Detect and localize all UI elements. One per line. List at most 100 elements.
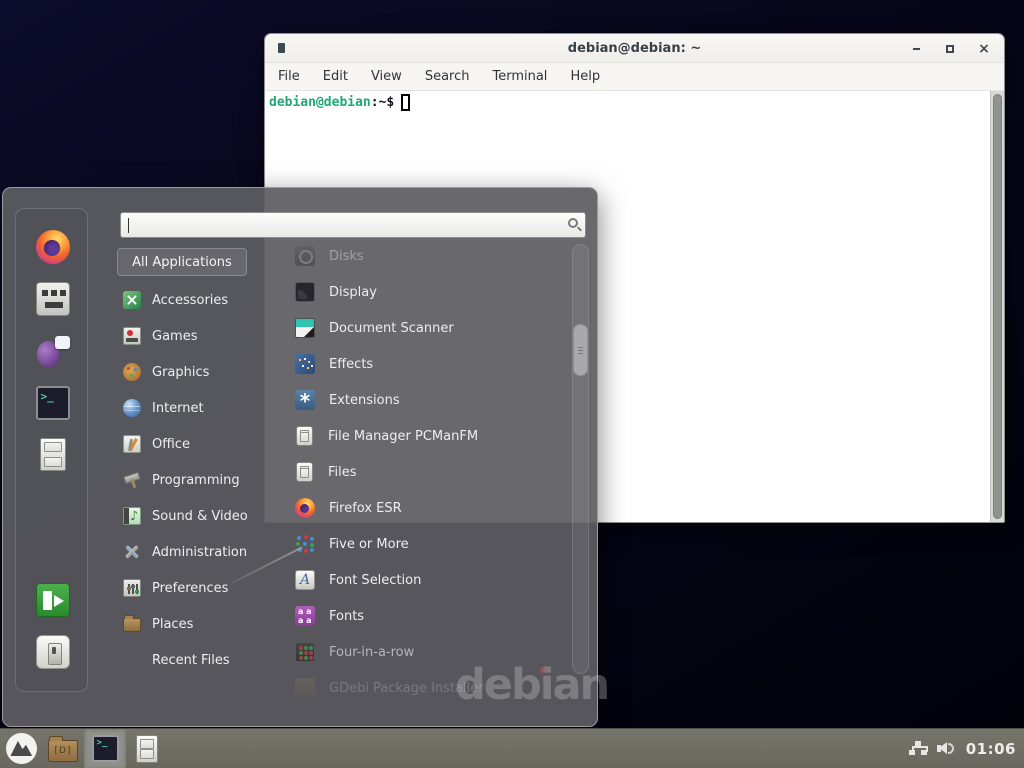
graphics-icon	[123, 363, 141, 381]
category-item[interactable]: Preferences	[117, 570, 279, 606]
prompt-user: debian@debian	[269, 95, 371, 110]
taskbar-buttons	[0, 729, 168, 768]
category-label: Recent Files	[152, 653, 230, 668]
category-label: Preferences	[152, 581, 228, 596]
category-label: Administration	[152, 545, 247, 560]
category-item[interactable]: Internet	[117, 390, 279, 426]
category-all-applications[interactable]: All Applications	[117, 248, 247, 276]
app-label: Files	[328, 465, 357, 480]
terminal-icon[interactable]	[36, 386, 70, 420]
keyboard-icon[interactable]	[36, 282, 70, 316]
terminal-titlebar[interactable]: debian@debian: ~ ×	[265, 34, 1004, 63]
category-item[interactable]: Accessories	[117, 282, 279, 318]
fontsel-icon	[295, 570, 315, 590]
category-label: Sound & Video	[152, 509, 248, 524]
terminal-menu-search[interactable]: Search	[425, 69, 470, 84]
category-item[interactable]: Administration	[117, 534, 279, 570]
category-item[interactable]: Graphics	[117, 354, 279, 390]
maximize-button[interactable]	[944, 43, 956, 55]
terminal-menu-edit[interactable]: Edit	[323, 69, 348, 84]
extensions-icon	[295, 390, 315, 410]
cabinet-icon	[296, 426, 313, 446]
shutdown-icon[interactable]	[36, 635, 70, 669]
menu-scrollbar-handle[interactable]	[573, 324, 588, 376]
terminal-menu-view[interactable]: View	[371, 69, 402, 84]
volume-icon[interactable]	[937, 741, 955, 756]
network-icon[interactable]	[909, 741, 926, 756]
taskbar-files-button[interactable]	[126, 729, 168, 768]
app-item[interactable]: Effects	[295, 346, 563, 382]
effects-icon	[295, 354, 315, 374]
files-icon	[136, 735, 158, 763]
category-label: Internet	[152, 401, 204, 416]
lock-screen-icon[interactable]	[36, 531, 70, 565]
taskbar-menu-button[interactable]	[0, 729, 42, 768]
system-tray: 01:06	[909, 740, 1024, 758]
files-icon[interactable]	[40, 438, 66, 471]
app-item[interactable]: Document Scanner	[295, 310, 563, 346]
app-label: Effects	[329, 357, 373, 372]
app-label: Five or More	[329, 537, 409, 552]
terminal-menubar: File Edit View Search Terminal Help	[265, 63, 1004, 91]
applications-menu: All Applications AccessoriesGamesGraphics…	[2, 187, 598, 727]
gdebi-icon	[295, 678, 315, 698]
debian-watermark-dot	[540, 667, 546, 673]
app-item[interactable]: Extensions	[295, 382, 563, 418]
app-item[interactable]: Five or More	[295, 526, 563, 562]
terminal-title: debian@debian: ~	[265, 41, 1004, 56]
accessories-icon	[123, 291, 141, 309]
category-item[interactable]: Games	[117, 318, 279, 354]
app-label: Document Scanner	[329, 321, 454, 336]
category-label: Places	[152, 617, 193, 632]
terminal-menu-help[interactable]: Help	[570, 69, 600, 84]
clock[interactable]: 01:06	[966, 740, 1016, 758]
app-label: Fonts	[329, 609, 364, 624]
firefox-icon[interactable]	[36, 230, 70, 264]
terminal-menu-terminal[interactable]: Terminal	[492, 69, 547, 84]
app-item[interactable]: Display	[295, 274, 563, 310]
menu-scrollbar-track[interactable]	[572, 244, 589, 674]
terminal-icon	[92, 735, 119, 762]
sound-icon	[123, 507, 141, 525]
category-item[interactable]: Places	[117, 606, 279, 642]
internet-icon	[123, 399, 141, 417]
cabinet-icon	[296, 462, 313, 482]
app-label: File Manager PCManFM	[328, 429, 478, 444]
app-label: Four-in-a-row	[329, 645, 414, 660]
category-item[interactable]: Programming	[117, 462, 279, 498]
terminal-scrollbar[interactable]	[990, 91, 1004, 522]
app-label: Firefox ESR	[329, 501, 402, 516]
category-item[interactable]: Recent Files	[117, 642, 279, 678]
category-label: Programming	[152, 473, 240, 488]
pidgin-icon[interactable]	[36, 334, 70, 368]
app-item[interactable]: Files	[295, 454, 563, 490]
office-icon	[123, 435, 141, 453]
folder-icon	[48, 740, 78, 762]
app-item[interactable]: Fonts	[295, 598, 563, 634]
app-item[interactable]: Firefox ESR	[295, 490, 563, 526]
terminal-scrollbar-handle[interactable]	[993, 94, 1002, 519]
app-label: Extensions	[329, 393, 400, 408]
terminal-prompt: debian@debian:~$	[269, 94, 410, 111]
favorites-system	[16, 531, 89, 669]
taskbar: 01:06	[0, 728, 1024, 768]
terminal-cursor	[401, 94, 410, 111]
terminal-menu-file[interactable]: File	[278, 69, 300, 84]
menu-icon	[6, 733, 37, 764]
app-item[interactable]: Disks	[295, 238, 563, 274]
category-item[interactable]: Office	[117, 426, 279, 462]
taskbar-folder-button[interactable]	[42, 729, 84, 768]
search-input[interactable]	[120, 212, 586, 238]
minimize-button[interactable]	[910, 43, 922, 55]
app-item[interactable]: Font Selection	[295, 562, 563, 598]
taskbar-terminal-button[interactable]	[84, 729, 126, 768]
preferences-icon	[123, 579, 141, 597]
logout-icon[interactable]	[36, 583, 70, 617]
app-item[interactable]: File Manager PCManFM	[295, 418, 563, 454]
places-icon	[123, 618, 141, 632]
category-item[interactable]: Sound & Video	[117, 498, 279, 534]
games-icon	[123, 327, 141, 345]
application-list: DisksDisplay Document Scanner Effects Exten…	[295, 238, 563, 706]
admin-icon	[123, 543, 141, 561]
close-button[interactable]: ×	[978, 43, 990, 55]
